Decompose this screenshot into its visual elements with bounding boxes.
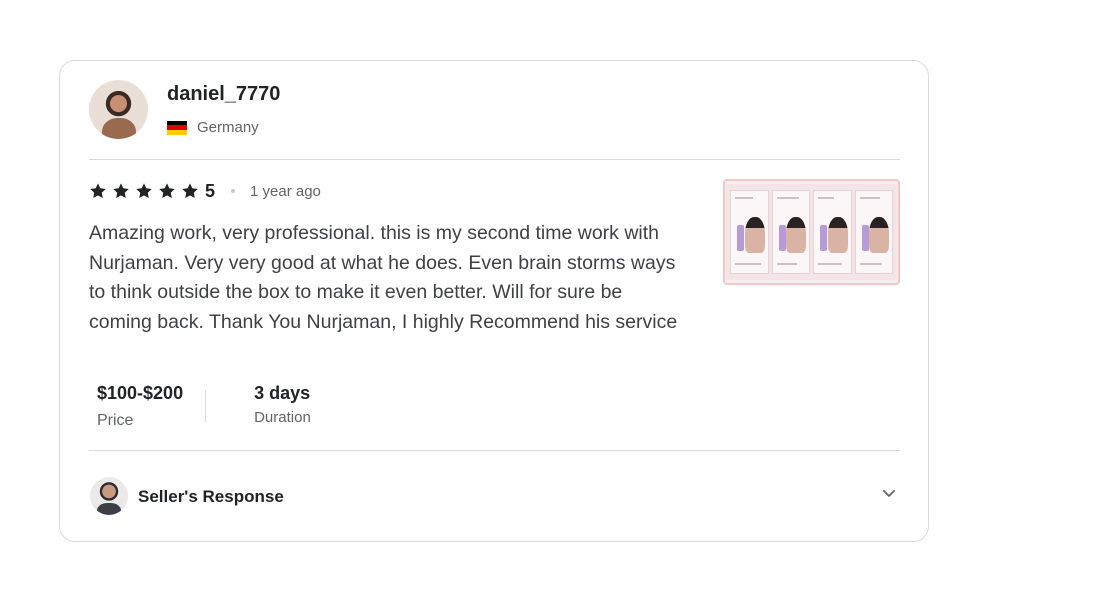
- duration-label: Duration: [254, 409, 311, 426]
- price-info: $100-$200 Price: [97, 383, 183, 433]
- reviewer-username[interactable]: daniel_7770: [167, 83, 280, 106]
- review-attachment-thumbnail[interactable]: [723, 179, 900, 285]
- review-card: daniel_7770 Germany 5 1 year ago Amazing…: [59, 60, 929, 542]
- star-icon: [112, 182, 130, 200]
- star-icon: [181, 182, 199, 200]
- seller-response-toggle[interactable]: Seller's Response: [89, 477, 900, 517]
- thumbnail-panel: [854, 190, 893, 274]
- duration-info: 3 days Duration: [254, 383, 311, 433]
- thumbnail-panel: [813, 190, 852, 274]
- review-time: 1 year ago: [250, 182, 321, 200]
- seller-response-label: Seller's Response: [138, 487, 284, 506]
- separator-dot: [231, 189, 236, 193]
- order-meta: $100-$200 Price 3 days Duration: [97, 383, 311, 433]
- rating-value: 5: [205, 180, 216, 201]
- reviewer-country: Germany: [167, 119, 259, 136]
- country-name: Germany: [197, 119, 259, 136]
- seller-avatar: [90, 477, 128, 515]
- price-label: Price: [97, 412, 134, 429]
- divider: [89, 450, 900, 451]
- meta-divider: [205, 390, 207, 422]
- star-rating: [89, 182, 204, 200]
- rating-row: 5 1 year ago: [89, 179, 321, 203]
- reviewer-avatar[interactable]: [89, 80, 148, 139]
- duration-value: 3 days: [254, 383, 311, 403]
- reviewer-header: daniel_7770 Germany: [89, 80, 900, 160]
- review-text: Amazing work, very professional. this is…: [89, 222, 678, 333]
- star-icon: [135, 182, 153, 200]
- chevron-down-icon[interactable]: [880, 484, 898, 502]
- thumbnail-preview: [726, 184, 897, 280]
- price-value: $100-$200: [97, 383, 184, 403]
- star-icon: [158, 182, 176, 200]
- germany-flag-icon: [167, 120, 187, 135]
- divider: [89, 159, 900, 160]
- star-icon: [89, 182, 107, 200]
- thumbnail-panel: [730, 190, 769, 274]
- thumbnail-panel: [771, 190, 810, 274]
